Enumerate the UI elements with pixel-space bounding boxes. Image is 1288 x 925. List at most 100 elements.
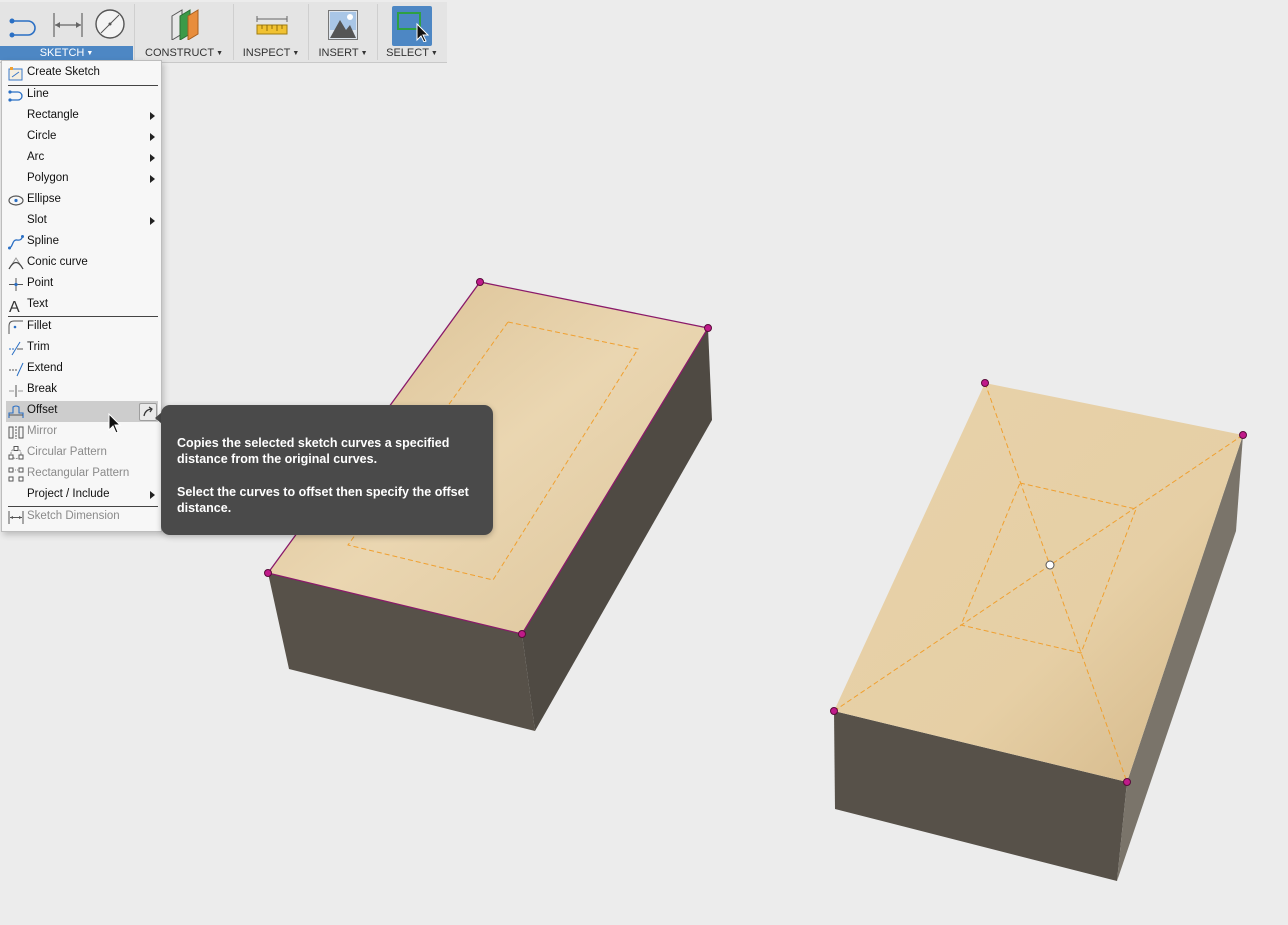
mirror-icon	[8, 426, 24, 439]
sketch-menu-label[interactable]: SKETCH	[40, 47, 85, 59]
construct-menu-label[interactable]: CONSTRUCT	[145, 47, 214, 59]
menu-item-label: Ellipse	[27, 193, 61, 205]
menu-item-label: Arc	[27, 151, 45, 163]
sketch-dimension-icon	[8, 511, 24, 524]
menu-item-label: Slot	[27, 214, 47, 226]
menu-item-label: Circular Pattern	[27, 446, 107, 458]
chevron-down-icon[interactable]: ▼	[361, 50, 368, 57]
menu-item-offset[interactable]: Offset	[6, 401, 158, 422]
trim-icon	[9, 341, 23, 356]
menu-item-label: Sketch Dimension	[27, 510, 120, 522]
text-icon: A	[9, 299, 20, 313]
chevron-down-icon[interactable]: ▼	[292, 50, 299, 57]
menu-item-label: Rectangular Pattern	[27, 467, 130, 479]
menu-item-rectangle[interactable]: Rectangle	[2, 106, 161, 127]
menu-item-arc[interactable]: Arc	[2, 148, 161, 169]
chevron-down-icon[interactable]: ▼	[216, 50, 223, 57]
menu-item-sketch-dimension[interactable]: Sketch Dimension	[2, 507, 161, 528]
submenu-arrow-icon	[150, 154, 155, 162]
menu-item-label: Polygon	[27, 172, 69, 184]
menu-item-spline[interactable]: Spline	[2, 232, 161, 253]
chevron-down-icon[interactable]: ▼	[86, 50, 93, 57]
box-right-top-face[interactable]	[834, 383, 1243, 782]
inspect-menu-label[interactable]: INSPECT	[243, 47, 291, 59]
vertex-point[interactable]	[264, 569, 272, 577]
menu-item-slot[interactable]: Slot	[2, 211, 161, 232]
ellipse-icon	[8, 195, 24, 206]
menu-item-label: Line	[27, 88, 49, 100]
fillet-icon	[8, 320, 23, 334]
vertex-point[interactable]	[830, 707, 838, 715]
vertex-point[interactable]	[981, 379, 989, 387]
menu-item-label: Create Sketch	[27, 66, 100, 78]
menu-item-project-include[interactable]: Project / Include	[2, 485, 161, 506]
menu-item-circle[interactable]: Circle	[2, 127, 161, 148]
menu-item-break[interactable]: Break	[2, 380, 161, 401]
menu-item-label: Spline	[27, 235, 59, 247]
vertex-point[interactable]	[704, 324, 712, 332]
circle-icon[interactable]	[93, 8, 127, 40]
menu-item-create-sketch[interactable]: Create Sketch	[2, 63, 161, 84]
box-body-right[interactable]	[830, 379, 1247, 882]
menu-item-mirror[interactable]: Mirror	[2, 422, 161, 443]
construct-plane-icon[interactable]	[168, 8, 202, 40]
insert-group[interactable]: INSERT ▼	[310, 2, 376, 62]
menu-item-label: Conic curve	[27, 256, 88, 268]
menu-item-point[interactable]: Point	[2, 274, 161, 295]
menu-item-conic-curve[interactable]: Conic curve	[2, 253, 161, 274]
vertex-point[interactable]	[518, 630, 526, 638]
menu-item-label: Rectangle	[27, 109, 79, 121]
menu-item-line[interactable]: Line	[2, 85, 161, 106]
menu-item-extend[interactable]: Extend	[2, 359, 161, 380]
sketch-dropdown-menu: Create Sketch Line Rectangle Circle Arc …	[1, 60, 162, 532]
menu-item-rectangular-pattern[interactable]: Rectangular Pattern	[2, 464, 161, 485]
menu-item-label: Offset	[27, 404, 58, 416]
measure-ruler-icon[interactable]	[255, 16, 289, 36]
circular-pattern-icon	[8, 446, 24, 460]
inspect-group[interactable]: INSPECT ▼	[235, 2, 307, 62]
menu-item-label: Trim	[27, 341, 50, 353]
offset-icon	[8, 405, 24, 418]
break-icon	[9, 385, 23, 397]
menu-item-circular-pattern[interactable]: Circular Pattern	[2, 443, 161, 464]
menu-item-ellipse[interactable]: Ellipse	[2, 190, 161, 211]
chevron-down-icon[interactable]: ▼	[431, 50, 438, 57]
vertex-point[interactable]	[476, 278, 484, 286]
line-icon[interactable]	[8, 9, 42, 39]
menu-item-label: Circle	[27, 130, 57, 142]
center-point[interactable]	[1045, 560, 1055, 570]
line-icon	[8, 90, 23, 102]
extend-icon	[9, 362, 24, 377]
menu-item-label: Extend	[27, 362, 63, 374]
select-window-icon[interactable]	[396, 10, 430, 42]
rectangular-pattern-icon	[8, 467, 24, 482]
spline-icon	[8, 235, 24, 250]
menu-item-label: Fillet	[27, 320, 52, 332]
submenu-arrow-icon	[150, 112, 155, 120]
offset-tooltip: Copies the selected sketch curves a spec…	[161, 405, 493, 535]
create-sketch-icon	[8, 67, 23, 81]
construct-group[interactable]: CONSTRUCT ▼	[136, 2, 232, 62]
menu-item-label: Mirror	[27, 425, 58, 437]
menu-item-fillet[interactable]: Fillet	[2, 317, 161, 338]
tooltip-description: Copies the selected sketch curves a spec…	[177, 436, 450, 466]
menu-item-label: Project / Include	[27, 488, 110, 500]
menu-item-text[interactable]: A Text	[2, 295, 161, 316]
dimension-icon[interactable]	[51, 9, 85, 39]
vertex-point[interactable]	[1239, 431, 1247, 439]
submenu-arrow-icon	[150, 491, 155, 499]
submenu-arrow-icon	[150, 175, 155, 183]
svg-text:A: A	[9, 299, 20, 313]
menu-item-polygon[interactable]: Polygon	[2, 169, 161, 190]
insert-image-icon[interactable]	[328, 10, 358, 40]
select-group[interactable]: SELECT ▼	[379, 2, 445, 62]
add-to-toolbar-icon	[143, 406, 153, 417]
menu-item-label: Text	[27, 298, 49, 310]
insert-menu-label[interactable]: INSERT	[318, 47, 358, 59]
menu-item-trim[interactable]: Trim	[2, 338, 161, 359]
tooltip-instructions: Select the curves to offset then specify…	[177, 485, 469, 515]
sketch-group[interactable]: SKETCH ▼	[0, 2, 133, 62]
select-menu-label[interactable]: SELECT	[386, 47, 429, 59]
vertex-point[interactable]	[1123, 778, 1131, 786]
point-icon	[9, 278, 23, 291]
